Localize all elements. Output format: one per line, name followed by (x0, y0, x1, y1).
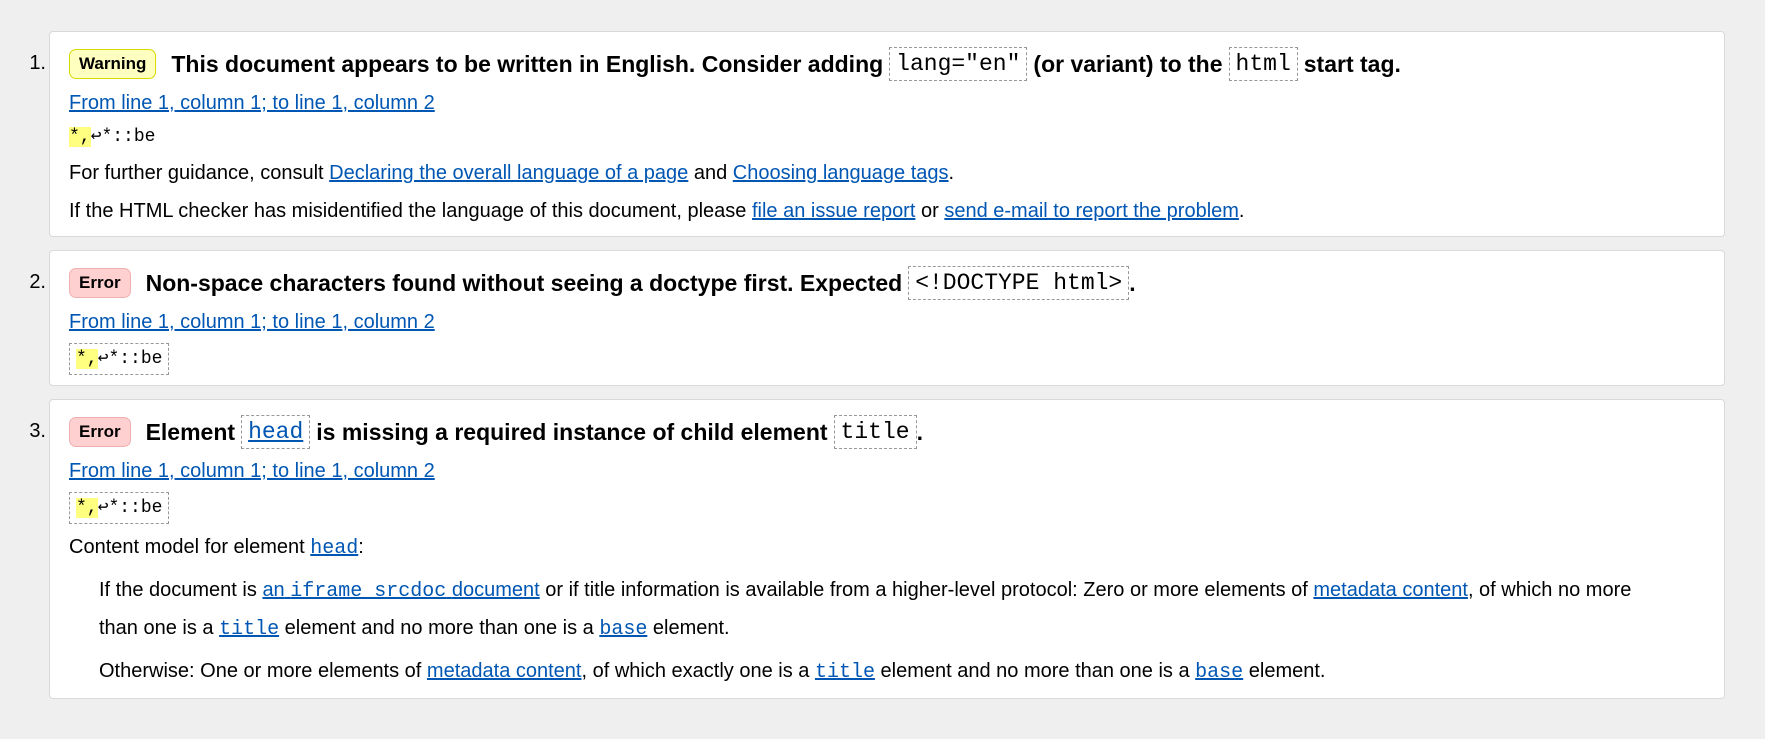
line-break-icon: ↩ (97, 498, 109, 518)
title-text: (or variant) to the (1033, 51, 1223, 77)
title-code: html (1228, 47, 1298, 81)
title-element-link[interactable]: title (219, 618, 279, 641)
source-extract: *,↩*::be (69, 343, 170, 375)
send-email-link[interactable]: send e-mail to report the problem (944, 200, 1239, 222)
error-badge: Error (69, 417, 131, 447)
extract-text: *::be (108, 498, 163, 518)
head-element-link[interactable]: head (310, 537, 358, 560)
extract-highlight: *, (76, 498, 98, 518)
message-card: Warning This document appears to be writ… (49, 31, 1725, 237)
content-model-label: Content model for element head: (69, 536, 364, 560)
iframe-srcdoc-link[interactable]: an iframe srcdoc document (262, 579, 539, 603)
error-badge: Error (69, 268, 131, 298)
title-code: lang="en" (889, 47, 1028, 81)
title-text: is missing a required instance of child … (316, 419, 828, 445)
title-text: start tag. (1303, 51, 1401, 77)
message-list: 1. Warning This document appears to be w… (0, 0, 1765, 699)
title-text: Non-space characters found without seein… (145, 270, 903, 296)
message-item: 3. Error Element head is missing a requi… (29, 399, 1725, 699)
message-item: 2. Error Non-space characters found with… (29, 250, 1725, 386)
message-number: 1. (29, 52, 46, 74)
message-title: Error Non-space characters found without… (69, 265, 1705, 301)
source-extract: *,↩*::be (69, 492, 170, 524)
extract-text: *::be (101, 127, 156, 147)
content-model-otherwise: Otherwise: One or more elements of metad… (99, 660, 1326, 684)
message-card: Error Element head is missing a required… (49, 399, 1725, 699)
misidentify-paragraph: If the HTML checker has misidentified th… (69, 200, 1245, 222)
message-number: 2. (29, 271, 46, 293)
line-break-icon: ↩ (97, 349, 109, 369)
base-element-link[interactable]: base (599, 618, 647, 641)
title-code: title (833, 415, 917, 449)
extract-highlight: *, (69, 127, 91, 147)
metadata-content-link[interactable]: metadata content (427, 660, 582, 682)
message-card: Error Non-space characters found without… (49, 250, 1725, 386)
extract-highlight: *, (76, 349, 98, 369)
title-element-link[interactable]: title (815, 661, 875, 684)
lang-declaring-link[interactable]: Declaring the overall language of a page (329, 162, 688, 184)
title-text: . (1129, 270, 1136, 296)
title-text: This document appears to be written in E… (171, 51, 884, 77)
head-element-link[interactable]: head (241, 415, 311, 449)
file-issue-link[interactable]: file an issue report (752, 200, 915, 222)
extract-text: *::be (108, 349, 163, 369)
content-model-if: If the document is an iframe srcdoc docu… (99, 579, 1632, 641)
message-title: Error Element head is missing a required… (69, 414, 1705, 450)
title-text: Element (145, 419, 236, 445)
location-link[interactable]: From line 1, column 1; to line 1, column… (69, 92, 435, 114)
location-link[interactable]: From line 1, column 1; to line 1, column… (69, 311, 435, 333)
title-text: . (916, 419, 923, 445)
location-link[interactable]: From line 1, column 1; to line 1, column… (69, 460, 435, 482)
message-number: 3. (29, 420, 46, 442)
lang-tags-link[interactable]: Choosing language tags (733, 162, 949, 184)
message-title: Warning This document appears to be writ… (69, 46, 1705, 82)
title-code: <!DOCTYPE html> (908, 266, 1130, 300)
metadata-content-link[interactable]: metadata content (1313, 579, 1468, 601)
message-item: 1. Warning This document appears to be w… (29, 31, 1725, 237)
guidance-paragraph: For further guidance, consult Declaring … (69, 162, 955, 184)
base-element-link[interactable]: base (1195, 661, 1243, 684)
source-extract: *,↩*::be (69, 124, 1705, 150)
warning-badge: Warning (69, 49, 157, 79)
line-break-icon: ↩ (90, 127, 102, 147)
